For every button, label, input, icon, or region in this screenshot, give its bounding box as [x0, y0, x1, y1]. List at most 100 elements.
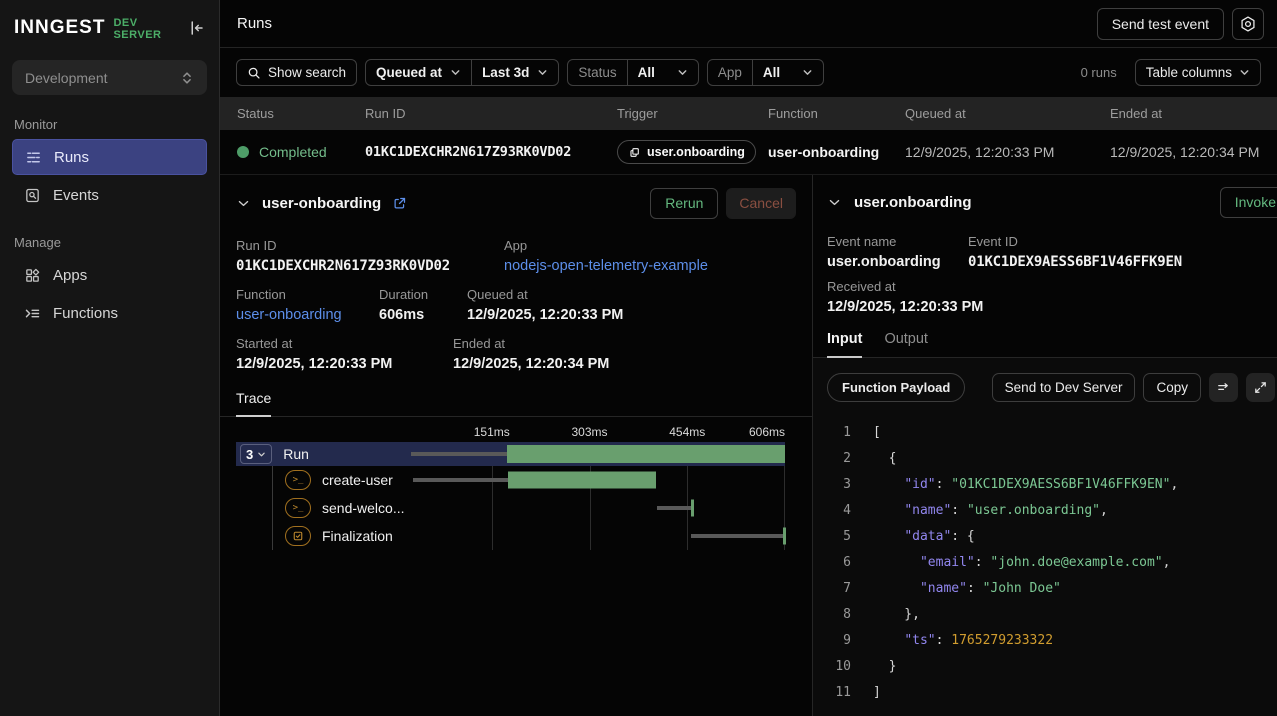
queue-wait-line — [691, 534, 782, 538]
external-link-icon[interactable] — [392, 196, 407, 211]
queued-at-label: Queued at — [376, 65, 442, 80]
run-status: Completed — [259, 144, 327, 160]
function-payload-button[interactable]: Function Payload — [827, 373, 965, 402]
payload-section: Function Payload Send to Dev Server Copy — [813, 358, 1277, 716]
trace-row-finalization[interactable]: Finalization — [236, 522, 785, 550]
code-line: 4 "name": "user.onboarding", — [813, 497, 1277, 523]
timeline-tick: 454ms — [669, 425, 705, 439]
detail-area: user-onboarding Rerun Cancel — [220, 175, 1277, 716]
function-payload-label: Function Payload — [842, 380, 950, 395]
status-filter-value: All — [638, 65, 655, 80]
collapse-sidebar-button[interactable] — [187, 19, 205, 37]
event-trigger-icon — [628, 146, 641, 159]
monitor-section-label: Monitor — [14, 117, 205, 132]
invoke-label: Invoke — [1235, 194, 1276, 210]
collapse-run-panel-button[interactable] — [236, 196, 251, 211]
time-range-label: Last 3d — [482, 65, 529, 80]
queue-wait-line — [411, 452, 507, 456]
time-filter-group: Queued at Last 3d — [365, 59, 559, 86]
ended-at-label: Ended at — [453, 336, 609, 351]
code-line: 11] — [813, 679, 1277, 705]
sidebar-item-apps[interactable]: Apps — [12, 257, 207, 293]
search-icon — [247, 66, 261, 80]
app-link[interactable]: nodejs-open-telemetry-example — [504, 258, 708, 274]
environment-selector[interactable]: Development — [12, 60, 207, 95]
trace-row-create-user[interactable]: >_ create-user — [236, 466, 785, 494]
manage-section-label: Manage — [14, 235, 205, 250]
chevron-down-icon — [450, 67, 461, 78]
status-filter-label: Status — [568, 60, 626, 85]
time-range-dropdown[interactable]: Last 3d — [471, 60, 558, 85]
send-test-event-button[interactable]: Send test event — [1097, 8, 1224, 40]
invoke-button[interactable]: Invoke — [1220, 187, 1277, 218]
copy-button[interactable]: Copy — [1143, 373, 1201, 402]
environment-label: Development — [25, 70, 108, 86]
event-panel-tabs: Input Output — [813, 331, 1277, 358]
cancel-label: Cancel — [739, 195, 783, 211]
column-header-function: Function — [768, 106, 905, 121]
chevron-down-icon — [537, 67, 548, 78]
timeline-tick: 606ms — [749, 425, 785, 439]
run-panel-title: user-onboarding — [262, 195, 381, 212]
runs-table-header: Status Run ID Trigger Function Queued at… — [220, 97, 1277, 130]
tab-input[interactable]: Input — [827, 331, 862, 358]
sidebar-item-runs[interactable]: Runs — [12, 139, 207, 175]
child-count-badge[interactable]: 3 — [240, 444, 272, 464]
sidebar-item-label: Events — [53, 187, 99, 204]
topbar: Runs Send test event — [220, 0, 1277, 48]
trace-row-send-welcome[interactable]: >_ send-welco... — [236, 494, 785, 522]
show-search-button[interactable]: Show search — [236, 59, 357, 86]
trace-span-name: Run — [283, 446, 309, 462]
word-wrap-button[interactable] — [1209, 373, 1238, 402]
sidebar-item-events[interactable]: Events — [12, 177, 207, 213]
function-link[interactable]: user-onboarding — [236, 307, 379, 323]
main-area: Runs Send test event Show searc — [220, 0, 1277, 716]
dev-server-badge: DEV SERVER — [113, 17, 187, 41]
run-id-label: Run ID — [236, 238, 504, 253]
logo-row: INNGEST DEV SERVER — [0, 0, 219, 56]
collapse-event-panel-button[interactable] — [827, 195, 842, 210]
queued-at-dropdown[interactable]: Queued at — [366, 60, 471, 85]
send-to-dev-server-button[interactable]: Send to Dev Server — [992, 373, 1136, 402]
run-id-value: 01KC1DEXCHR2N617Z93RK0VD02 — [236, 258, 504, 274]
trace-row-run[interactable]: 3 Run — [236, 442, 785, 466]
column-header-queued-at: Queued at — [905, 106, 1110, 121]
column-header-status: Status — [237, 106, 365, 121]
settings-button[interactable] — [1232, 8, 1264, 40]
ended-at-value: 12/9/2025, 12:20:34 PM — [453, 356, 609, 372]
copy-label: Copy — [1156, 380, 1188, 395]
expand-button[interactable] — [1246, 373, 1275, 402]
rerun-button[interactable]: Rerun — [650, 188, 718, 219]
event-name-value: user.onboarding — [827, 254, 968, 270]
apps-icon — [24, 267, 41, 284]
app-root: INNGEST DEV SERVER Development Monitor — [0, 0, 1277, 716]
timeline-tick: 303ms — [571, 425, 607, 439]
tab-trace[interactable]: Trace — [236, 390, 271, 417]
sidebar-item-functions[interactable]: Functions — [12, 295, 207, 331]
column-header-ended-at: Ended at — [1110, 106, 1260, 121]
collapse-sidebar-icon — [187, 19, 205, 37]
app-filter-dropdown[interactable]: All — [752, 60, 823, 85]
status-filter-dropdown[interactable]: All — [627, 60, 698, 85]
chevron-updown-icon — [180, 70, 194, 86]
cancel-button[interactable]: Cancel — [726, 188, 796, 219]
table-columns-dropdown[interactable]: Table columns — [1135, 59, 1261, 86]
table-columns-label: Table columns — [1146, 65, 1232, 80]
event-detail-panel: user.onboarding Invoke Event name user.o… — [813, 175, 1277, 716]
send-to-dev-server-label: Send to Dev Server — [1005, 380, 1123, 395]
code-line: 2 { — [813, 445, 1277, 471]
received-at-value: 12/9/2025, 12:20:33 PM — [827, 299, 983, 315]
trigger-pill[interactable]: user.onboarding — [617, 140, 756, 164]
duration-label: Duration — [379, 287, 467, 302]
code-block[interactable]: 1[2 {3 "id": "01KC1DEX9AESS6BF1V46FFK9EN… — [813, 419, 1277, 705]
status-filter-group: Status All — [567, 59, 699, 86]
sidebar-item-label: Runs — [54, 149, 89, 166]
function-label: Function — [236, 287, 379, 302]
event-name-label: Event name — [827, 234, 968, 249]
code-line: 3 "id": "01KC1DEX9AESS6BF1V46FFK9EN", — [813, 471, 1277, 497]
table-row[interactable]: Completed 01KC1DEXCHR2N617Z93RK0VD02 use… — [220, 130, 1277, 175]
timeline-axis: 151ms 303ms 454ms 606ms — [236, 425, 796, 442]
gear-icon — [1239, 15, 1257, 33]
tab-output[interactable]: Output — [884, 331, 928, 357]
page-title: Runs — [237, 15, 272, 32]
